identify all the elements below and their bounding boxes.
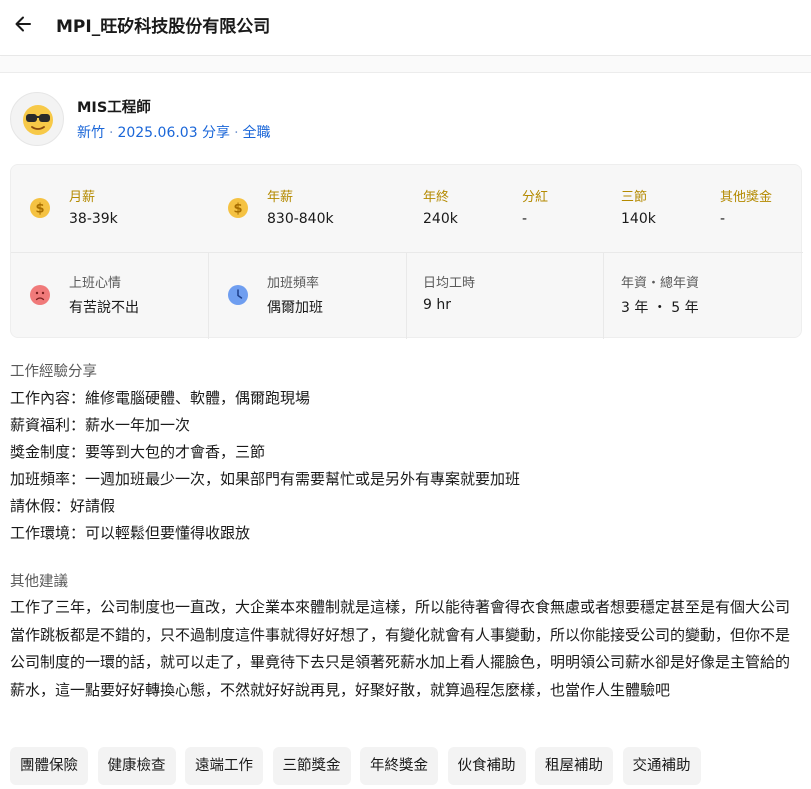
svg-text:$: $	[233, 202, 242, 217]
monthly-salary-cell: $ 月薪 38-39k	[11, 165, 209, 251]
experience-line: 工作環境：可以輕鬆但要懂得收跟放	[10, 524, 251, 542]
benefit-tag[interactable]: 伙食補助	[447, 747, 526, 785]
monthly-salary-value: 38-39k	[69, 211, 118, 227]
benefit-tag[interactable]: 交通補助	[622, 747, 701, 785]
yearly-salary-value: 830-840k	[267, 211, 334, 227]
review-author: MIS工程師 新竹 · 2025.06.03 分享 · 全職	[10, 90, 800, 150]
location[interactable]: 新竹	[77, 125, 105, 141]
avatar	[10, 92, 64, 146]
section-divider	[0, 57, 811, 73]
benefit-tags: 團體保險 健康檢查 遠端工作 三節獎金 年終獎金 伙食補助 租屋補助 交通補助	[10, 747, 710, 785]
overtime-label: 加班頻率	[267, 276, 320, 291]
coin-icon: $	[228, 198, 248, 218]
coin-icon: $	[30, 198, 50, 218]
overtime-cell: 加班頻率 偶爾加班	[209, 253, 406, 339]
three-festivals-cell: 三節 140k	[605, 165, 703, 251]
top-bar: MPI_旺矽科技股份有限公司	[0, 0, 811, 56]
experience-line: 薪資福利：薪水一年加一次	[10, 416, 191, 434]
daily-hours-cell: 日均工時 9 hr	[407, 253, 603, 339]
mood-value: 有苦說不出	[69, 300, 139, 316]
mood-cell: 上班心情 有苦說不出	[11, 253, 208, 339]
profit-sharing-value: -	[522, 211, 528, 227]
salary-card: $ 月薪 38-39k $ 年薪 830-840k 年終 240k 分紅 - 三…	[10, 164, 803, 339]
work-stats-row: 上班心情 有苦說不出 加班頻率 偶爾加班 日均工時 9 hr 年資・總年資 3 …	[11, 252, 803, 339]
profit-sharing-label: 分紅	[522, 190, 549, 205]
year-end-bonus-value: 240k	[423, 211, 458, 227]
job-title: MIS工程師	[77, 100, 151, 116]
three-festivals-value: 140k	[621, 211, 656, 227]
benefit-tag[interactable]: 健康檢查	[97, 747, 176, 785]
monthly-salary-label: 月薪	[69, 190, 96, 205]
experience-heading: 工作經驗分享	[10, 364, 97, 380]
advice-heading: 其他建議	[10, 574, 68, 590]
seniority-label: 年資・總年資	[621, 276, 700, 291]
share-date: 2025.06.03 分享	[117, 125, 231, 141]
experience-line: 獎金制度：要等到大包的才會香，三節	[10, 443, 266, 461]
sunglasses-face-icon	[23, 105, 53, 135]
company-title: MPI_旺矽科技股份有限公司	[56, 17, 271, 37]
profit-sharing-cell: 分紅 -	[505, 165, 603, 251]
year-end-bonus-label: 年終	[423, 190, 450, 205]
review-meta: 新竹 · 2025.06.03 分享 · 全職	[77, 125, 271, 141]
other-bonus-cell: 其他獎金 -	[703, 165, 801, 251]
other-bonus-value: -	[720, 211, 726, 227]
three-festivals-label: 三節	[621, 190, 648, 205]
benefit-tag[interactable]: 三節獎金	[272, 747, 351, 785]
mood-label: 上班心情	[69, 276, 122, 291]
daily-hours-value: 9 hr	[423, 297, 451, 313]
seniority-cell: 年資・總年資 3 年 ・ 5 年	[604, 253, 801, 339]
clock-icon	[228, 285, 248, 305]
back-arrow-icon[interactable]	[10, 10, 38, 38]
experience-line: 工作內容：維修電腦硬體、軟體，偶爾跑現場	[10, 389, 311, 407]
advice-text: 工作了三年，公司制度也一直改，大企業本來體制就是這樣，所以能待著會得衣食無慮或者…	[10, 598, 791, 699]
year-end-bonus-cell: 年終 240k	[407, 165, 505, 251]
benefit-tag[interactable]: 租屋補助	[535, 747, 613, 785]
overtime-value: 偶爾加班	[267, 300, 323, 316]
seniority-value: 3 年 ・ 5 年	[621, 300, 699, 316]
yearly-salary-label: 年薪	[267, 190, 294, 205]
other-bonus-label: 其他獎金	[720, 190, 773, 205]
experience-line: 加班頻率：一週加班最少一次，如果部門有需要幫忙或是另外有專案就要加班	[10, 470, 521, 488]
svg-text:$: $	[35, 202, 44, 217]
benefit-tag[interactable]: 團體保險	[10, 747, 88, 785]
benefit-tag[interactable]: 年終獎金	[360, 747, 438, 785]
sad-face-icon	[30, 285, 50, 305]
experience-list: 工作內容：維修電腦硬體、軟體，偶爾跑現場 薪資福利：薪水一年加一次 獎金制度：要…	[10, 385, 800, 547]
benefit-tag[interactable]: 遠端工作	[185, 747, 263, 785]
employment-type: 全職	[242, 125, 271, 141]
daily-hours-label: 日均工時	[423, 276, 476, 291]
experience-line: 請休假：好請假	[10, 497, 116, 515]
yearly-salary-cell: $ 年薪 830-840k	[209, 165, 407, 251]
salary-row: $ 月薪 38-39k $ 年薪 830-840k 年終 240k 分紅 - 三…	[11, 165, 803, 251]
